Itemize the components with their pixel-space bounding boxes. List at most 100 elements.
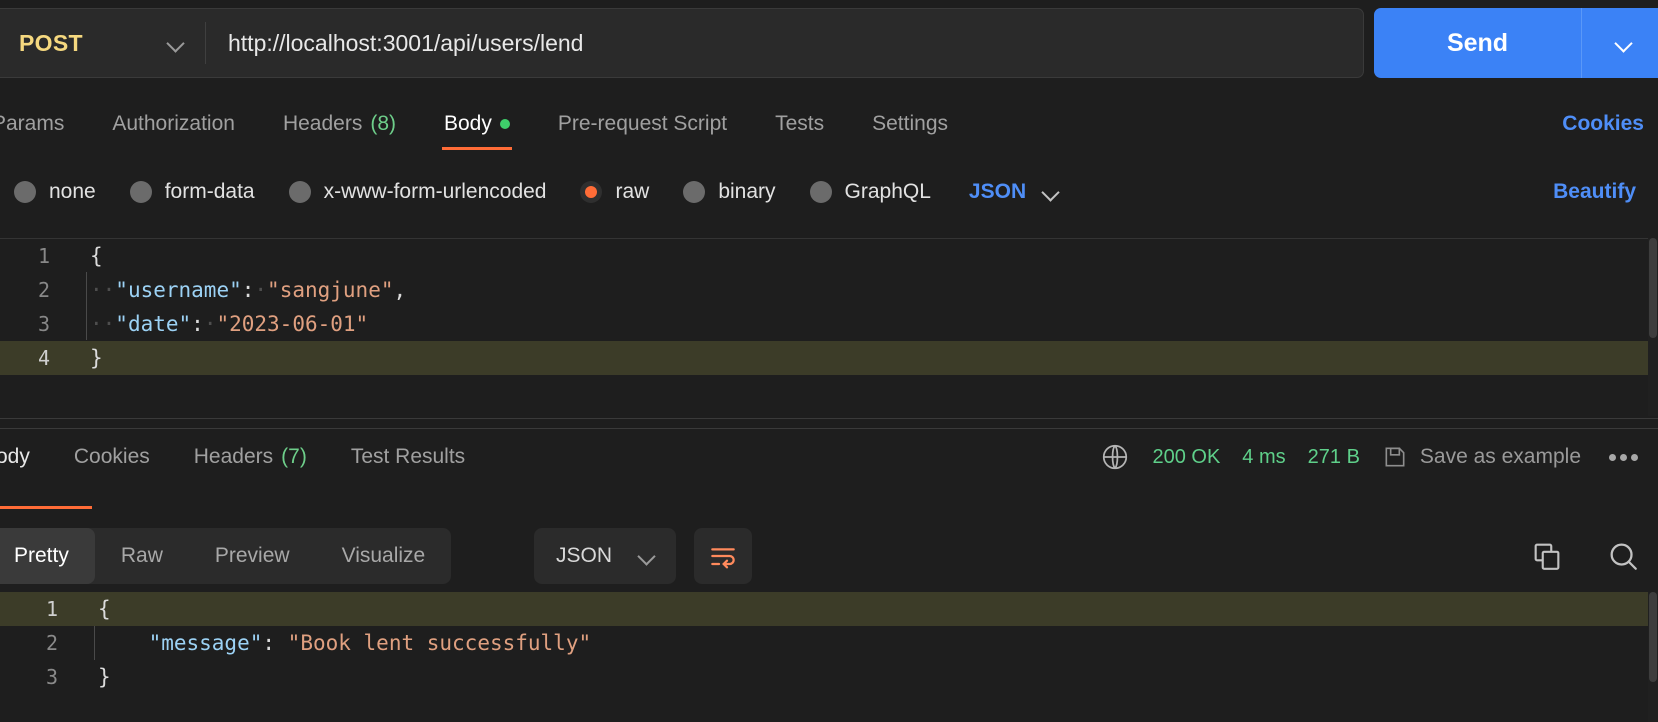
more-options-icon[interactable] [1603,453,1644,461]
code-line: 3 ··"date":·"2023-06-01" [0,307,1658,341]
radio-icon [809,181,832,203]
response-tab-headers[interactable]: Headers (7) [172,429,329,485]
format-label: JSON [968,180,1027,203]
tab-params[interactable]: Params [0,98,88,150]
scrollbar-thumb[interactable] [1649,238,1657,338]
code-text: } [90,346,103,370]
tab-tests[interactable]: Tests [751,98,848,150]
word-wrap-button[interactable] [694,528,752,584]
request-body-editor[interactable]: 1 { 2 ··"username":·"sangjune", 3 ··"dat… [0,238,1658,416]
tab-label: Body [444,112,492,135]
url-input[interactable]: http://localhost:3001/api/users/lend [206,9,1363,77]
body-type-urlencoded[interactable]: x-www-form-urlencoded [288,180,547,204]
radio-icon [14,181,36,203]
radio-label: binary [718,180,776,203]
chevron-down-icon [165,32,187,54]
url-bar: POST http://localhost:3001/api/users/len… [0,4,1658,78]
body-type-graphql[interactable]: GraphQL [809,180,931,204]
search-icon[interactable] [1606,539,1640,573]
tab-label: Params [0,112,65,135]
tab-settings[interactable]: Settings [848,98,972,150]
tab-label: Authorization [112,112,235,135]
save-icon [1385,447,1405,467]
url-capsule: POST http://localhost:3001/api/users/len… [0,8,1364,78]
response-status-group: 200 OK 4 ms 271 B Save as example [1100,429,1644,485]
radio-label: x-www-form-urlencoded [323,180,547,203]
line-number: 2 [37,278,50,302]
code-line-active: 4 } [0,341,1658,375]
status-code: 200 OK [1152,445,1221,468]
tab-count: (8) [370,112,396,135]
code-line: 2 ··"username":·"sangjune", [0,273,1658,307]
view-raw[interactable]: Raw [95,528,189,584]
request-tabs: Params Authorization Headers (8) Body Pr… [0,98,1658,150]
tab-authorization[interactable]: Authorization [88,98,259,150]
radio-icon [288,181,311,203]
word-wrap-icon [711,548,735,569]
tab-headers[interactable]: Headers (8) [259,98,420,150]
format-label: JSON [556,544,613,567]
response-tab-test-results[interactable]: Test Results [329,429,487,485]
save-as-example-button[interactable]: Save as example [1382,444,1581,470]
code-line: 2 "message": "Book lent successfully" [0,626,1658,660]
response-viewer-toolbar: Pretty Raw Preview Visualize JSON [0,528,1658,590]
tab-label: Test Results [350,445,466,468]
cookies-link[interactable]: Cookies [1562,98,1644,150]
copy-icon[interactable] [1530,539,1564,573]
view-preview[interactable]: Preview [189,528,316,584]
tab-pre-request-script[interactable]: Pre-request Script [534,98,751,150]
body-type-raw[interactable]: raw [580,180,649,204]
radio-label: raw [615,180,650,203]
response-view-segmented-control: Pretty Raw Preview Visualize [0,528,452,584]
response-tab-cookies[interactable]: Cookies [52,429,172,485]
line-number: 4 [37,346,50,370]
request-body-format-select[interactable]: JSON [969,180,1062,204]
code-text: "message": "Book lent successfully" [148,631,592,655]
tab-label: Body [0,445,30,468]
radio-selected-icon [580,181,603,203]
chevron-down-icon [1613,32,1635,54]
view-visualize[interactable]: Visualize [316,528,452,584]
view-pretty[interactable]: Pretty [0,528,95,584]
method-label: POST [19,29,83,56]
send-button[interactable]: Send [1374,8,1581,78]
scrollbar-thumb[interactable] [1649,592,1657,682]
send-options-button[interactable] [1582,8,1658,78]
tab-body[interactable]: Body [420,98,534,150]
save-as-example-label: Save as example [1419,445,1581,468]
code-line-active: 1 { [0,592,1658,626]
method-selector[interactable]: POST [0,9,205,77]
response-size: 271 B [1307,445,1360,468]
response-tab-body[interactable]: Body [0,429,52,485]
beautify-button[interactable]: Beautify [1553,166,1636,218]
body-type-binary[interactable]: binary [683,180,776,204]
globe-icon [1103,444,1128,470]
response-time: 4 ms [1242,445,1286,468]
line-number: 2 [45,631,58,655]
request-editor-scrollbar[interactable] [1648,238,1658,416]
code-text: ··"date":·"2023-06-01" [90,312,369,336]
radio-label: GraphQL [844,180,931,203]
radio-label: none [49,180,96,203]
chevron-down-icon [1040,181,1062,203]
tab-label: Headers [282,112,363,135]
tab-label: Pre-request Script [557,112,728,135]
line-number: 3 [37,312,50,336]
tab-label: Cookies [73,445,150,468]
postman-request-response-pane: POST http://localhost:3001/api/users/len… [0,0,1658,722]
code-text: { [90,244,103,268]
radio-icon [129,181,152,203]
tab-label: Settings [872,112,949,135]
indent-guide [86,272,87,340]
radio-label: form-data [164,180,255,203]
body-type-form-data[interactable]: form-data [129,180,255,204]
body-type-none[interactable]: none [14,180,96,204]
code-text: } [98,665,111,689]
line-number: 1 [37,244,50,268]
response-body-viewer[interactable]: 1 { 2 "message": "Book lent successfully… [0,592,1658,722]
tab-label: Tests [775,112,825,135]
code-text: { [98,597,111,621]
response-format-select[interactable]: JSON [534,528,676,584]
tab-label: Headers [193,445,274,468]
response-viewer-scrollbar[interactable] [1648,592,1658,722]
